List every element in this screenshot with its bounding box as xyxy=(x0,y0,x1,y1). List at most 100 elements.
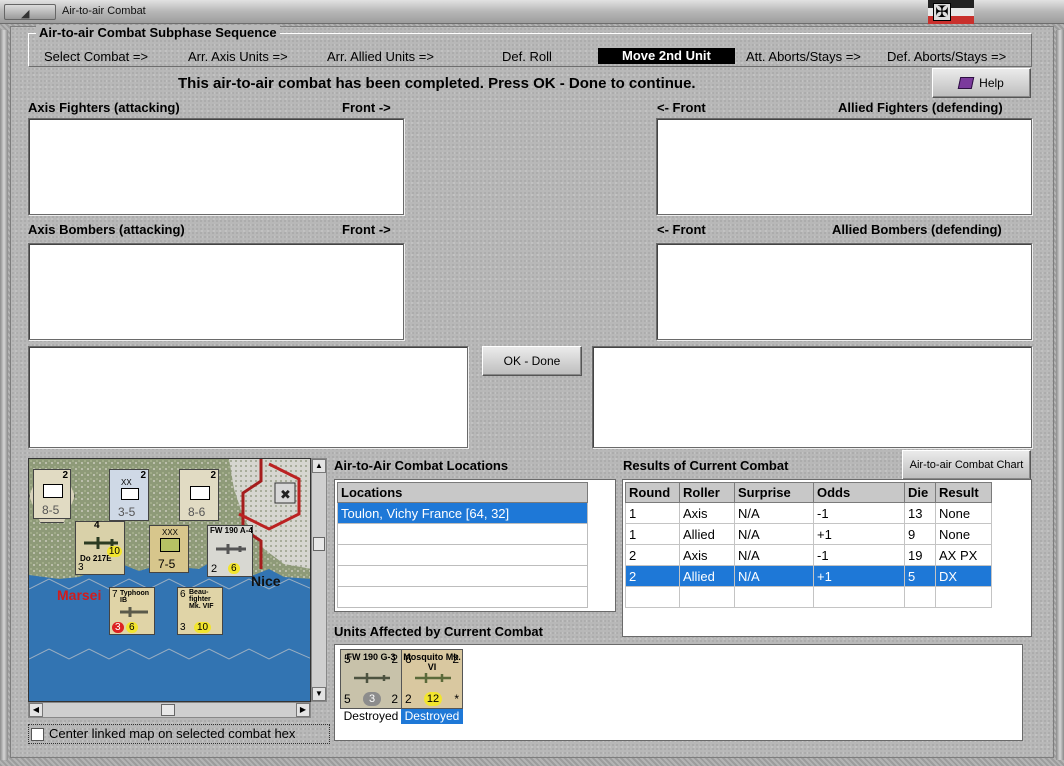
result-row[interactable] xyxy=(625,586,992,608)
map-horizontal-scrollbar[interactable]: ◀ ▶ xyxy=(28,702,311,718)
counter-value-badge: 6 xyxy=(126,622,138,633)
locations-column-header[interactable]: Locations xyxy=(337,482,588,503)
counter-unit-name: Beau-fighter Mk. VIF xyxy=(189,589,214,610)
result-row[interactable]: 2 Allied N/A +1 5 DX xyxy=(625,565,992,587)
counter-strength: 8-6 xyxy=(188,505,206,519)
location-row[interactable] xyxy=(337,523,588,545)
german-flag-icon: ✠ xyxy=(928,0,974,24)
counter-bottom-left: 3 xyxy=(78,562,84,573)
cell-round: 1 xyxy=(625,523,680,545)
location-row[interactable] xyxy=(337,565,588,587)
scroll-right-arrow-icon[interactable]: ▶ xyxy=(296,703,310,717)
cell-die: 13 xyxy=(904,502,936,524)
map-city-label: Nice xyxy=(251,573,281,589)
cell-result: None xyxy=(935,502,992,524)
map-counter[interactable]: 7 Typhoon IB 3 6 xyxy=(109,587,155,635)
location-row[interactable]: Toulon, Vichy France [64, 32] xyxy=(337,502,588,524)
allied-fighters-label: Allied Fighters (defending) xyxy=(838,100,1003,115)
axis-bombers-box[interactable] xyxy=(28,243,404,340)
cell-surprise xyxy=(734,586,814,608)
col-roller[interactable]: Roller xyxy=(679,482,735,503)
col-die[interactable]: Die xyxy=(904,482,936,503)
counter-bottom-left: 3 xyxy=(112,622,124,633)
location-row[interactable] xyxy=(337,586,588,608)
counter-size-label: XX xyxy=(121,478,132,487)
allied-fighters-box[interactable] xyxy=(656,118,1032,215)
armor-icon xyxy=(160,538,180,552)
cell-round xyxy=(625,586,680,608)
results-list[interactable]: Round Roller Surprise Odds Die Result 1 … xyxy=(622,479,1032,637)
map-counter[interactable]: 4 Do 217E 3 10 xyxy=(75,520,125,575)
center-map-option[interactable]: Center linked map on selected combat hex xyxy=(28,724,330,744)
cell-odds: +1 xyxy=(813,523,905,545)
frame-right-edge xyxy=(1056,30,1064,760)
unit-bl-value: 5 xyxy=(344,692,351,706)
map-counter[interactable]: 2 8-5 xyxy=(33,469,71,519)
col-surprise[interactable]: Surprise xyxy=(734,482,814,503)
cell-result: DX xyxy=(935,565,992,587)
result-row[interactable]: 2 Axis N/A -1 19 AX PX xyxy=(625,544,992,566)
window-title: Air-to-air Combat xyxy=(62,5,146,17)
air-combat-chart-button[interactable]: Air-to-air Combat Chart xyxy=(902,450,1031,480)
cell-result: None xyxy=(935,523,992,545)
system-menu-button[interactable]: ◢ xyxy=(4,4,56,20)
unit-counter-mosquito[interactable]: 6 Mosquito Mk. VI 2 2 12 * xyxy=(401,649,463,709)
step-def-roll: Def. Roll xyxy=(502,49,552,64)
allied-bombers-box[interactable] xyxy=(656,243,1032,340)
vertical-scroll-thumb[interactable] xyxy=(313,537,325,551)
unit-mid-badge: 3 xyxy=(363,692,381,706)
cell-result xyxy=(935,586,992,608)
units-affected-heading: Units Affected by Current Combat xyxy=(334,624,543,639)
unit-mid-badge: 12 xyxy=(424,692,442,706)
result-row[interactable]: 1 Allied N/A +1 9 None xyxy=(625,523,992,545)
scroll-up-arrow-icon[interactable]: ▲ xyxy=(312,459,326,473)
horizontal-scroll-thumb[interactable] xyxy=(161,704,175,716)
cell-round: 1 xyxy=(625,502,680,524)
cell-round: 2 xyxy=(625,544,680,566)
counter-value-badge: 10 xyxy=(106,546,122,557)
counter-top-left: 6 xyxy=(180,589,186,600)
allied-bombers-front-label: <- Front xyxy=(657,222,706,237)
cell-surprise: N/A xyxy=(734,565,814,587)
axis-bombers-front-label: Front -> xyxy=(342,222,391,237)
map-counter[interactable]: 2 XX 3-5 xyxy=(109,469,149,521)
location-cell xyxy=(337,565,588,587)
linked-map[interactable]: ✖ 2 8-5 2 XX 3-5 2 8-6 4 Do 217E 3 10 XX… xyxy=(28,458,311,702)
map-counter[interactable]: 6 Beau-fighter Mk. VIF 3 10 xyxy=(177,587,223,635)
unit-counter-fw190[interactable]: 5 FW 190 G-3 2 5 3 2 xyxy=(340,649,402,709)
help-button[interactable]: Help xyxy=(932,68,1031,98)
ok-done-button[interactable]: OK - Done xyxy=(482,346,582,376)
axis-fighters-box[interactable] xyxy=(28,118,404,215)
col-odds[interactable]: Odds xyxy=(813,482,905,503)
col-result[interactable]: Result xyxy=(935,482,992,503)
cell-die: 9 xyxy=(904,523,936,545)
status-message: This air-to-air combat has been complete… xyxy=(178,75,696,92)
map-counter[interactable]: FW 190 A-4 2 6 xyxy=(207,525,253,577)
location-cell xyxy=(337,523,588,545)
map-counter[interactable]: 2 8-6 xyxy=(179,469,219,521)
map-vertical-scrollbar[interactable]: ▲ ▼ xyxy=(311,458,327,702)
center-map-checkbox[interactable] xyxy=(31,728,44,741)
help-button-label: Help xyxy=(979,76,1004,90)
allied-message-box xyxy=(592,346,1032,448)
col-round[interactable]: Round xyxy=(625,482,680,503)
cell-round: 2 xyxy=(625,565,680,587)
axis-bombers-label: Axis Bombers (attacking) xyxy=(28,222,185,237)
units-affected-list[interactable]: 5 FW 190 G-3 2 5 3 2 Destroyed 6 Mosquit… xyxy=(334,644,1023,741)
scroll-left-arrow-icon[interactable]: ◀ xyxy=(29,703,43,717)
cell-die: 19 xyxy=(904,544,936,566)
map-counter[interactable]: XXX 7-5 xyxy=(149,525,189,573)
result-row[interactable]: 1 Axis N/A -1 13 None xyxy=(625,502,992,524)
scroll-down-arrow-icon[interactable]: ▼ xyxy=(312,687,326,701)
location-row[interactable] xyxy=(337,544,588,566)
cell-odds xyxy=(813,586,905,608)
cell-roller: Axis xyxy=(679,502,735,524)
unit-status: Destroyed xyxy=(343,709,399,723)
unit-br-value: * xyxy=(454,692,459,706)
counter-unit-name: Do 217E xyxy=(80,554,112,563)
arrow-icon: ◢ xyxy=(21,8,30,20)
locations-list[interactable]: Locations Toulon, Vichy France [64, 32] xyxy=(334,479,616,612)
locations-heading: Air-to-Air Combat Locations xyxy=(334,458,509,473)
counter-unit-name: FW 190 A-4 xyxy=(210,526,253,535)
locations-table: Locations Toulon, Vichy France [64, 32] xyxy=(337,482,588,608)
